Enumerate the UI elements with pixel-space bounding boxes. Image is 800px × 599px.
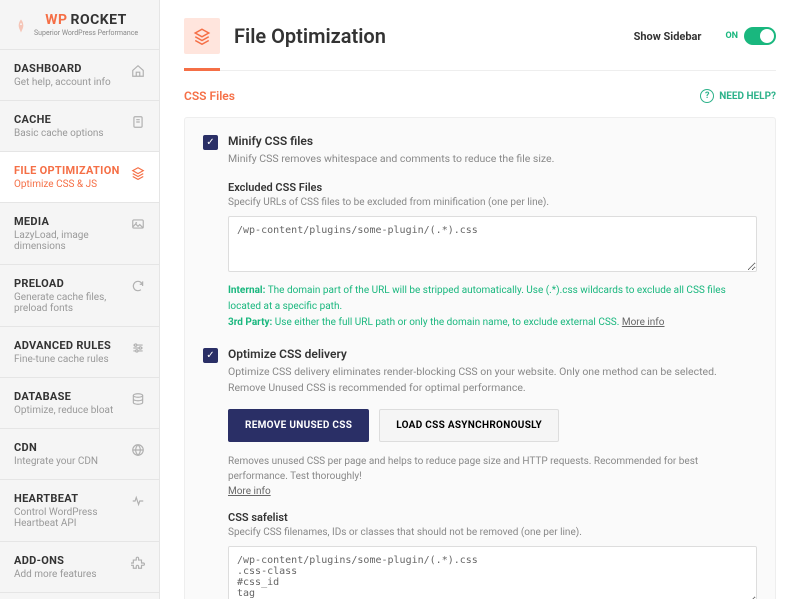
nav-addons[interactable]: ADD-ONSAdd more features (0, 541, 159, 592)
show-sidebar-toggle[interactable]: ON (725, 27, 776, 45)
css-safelist-title: CSS safelist (228, 511, 757, 524)
excluded-css-title: Excluded CSS Files (228, 181, 757, 194)
minify-css-option: ✓ Minify CSS files Minify CSS removes wh… (203, 134, 757, 167)
image-icon (131, 217, 145, 231)
minify-css-checkbox[interactable]: ✓ (203, 135, 218, 150)
excluded-css-hint: Internal: The domain part of the URL wil… (228, 283, 757, 331)
sidebar: WP ROCKET Superior WordPress Performance… (0, 0, 160, 599)
load-css-async-button[interactable]: LOAD CSS ASYNCHRONOUSLY (379, 409, 559, 442)
page-header: File Optimization Show Sidebar ON (160, 0, 800, 54)
nav-dashboard[interactable]: DASHBOARDGet help, account info (0, 49, 159, 100)
home-icon (131, 64, 145, 78)
optimize-css-option: ✓ Optimize CSS delivery Optimize CSS del… (203, 347, 757, 396)
optimize-css-checkbox[interactable]: ✓ (203, 348, 218, 363)
heartbeat-icon (131, 494, 145, 508)
nav-cache[interactable]: CACHEBasic cache options (0, 100, 159, 151)
rocket-logo-icon (14, 19, 28, 33)
database-icon (131, 392, 145, 406)
css-safelist-textarea[interactable] (228, 546, 757, 599)
nav-advanced-rules[interactable]: ADVANCED RULESFine-tune cache rules (0, 326, 159, 377)
content: CSS Files ? NEED HELP? ✓ Minify CSS file… (160, 71, 800, 599)
file-icon (131, 115, 145, 129)
section-title: CSS Files (184, 89, 235, 103)
remove-unused-css-button[interactable]: REMOVE UNUSED CSS (228, 409, 369, 442)
puzzle-icon (131, 556, 145, 570)
page-title: File Optimization (234, 24, 620, 48)
nav-heartbeat[interactable]: HEARTBEATControl WordPress Heartbeat API (0, 479, 159, 541)
nav-database[interactable]: DATABASEOptimize, reduce bloat (0, 377, 159, 428)
toggle-switch-icon (744, 27, 776, 45)
globe-icon (131, 443, 145, 457)
logo: WP ROCKET Superior WordPress Performance (0, 0, 159, 49)
nav-cdn[interactable]: CDNIntegrate your CDN (0, 428, 159, 479)
refresh-icon (131, 279, 145, 293)
sliders-icon (131, 341, 145, 355)
nav-image-optimization[interactable]: IMAGE OPTIMIZATION (0, 592, 159, 599)
nav-media[interactable]: MEDIALazyLoad, image dimensions (0, 202, 159, 264)
nav-list: DASHBOARDGet help, account info CACHEBas… (0, 49, 159, 599)
help-icon: ? (700, 89, 714, 103)
layers-icon (131, 166, 145, 180)
css-files-panel: ✓ Minify CSS files Minify CSS removes wh… (184, 117, 776, 599)
more-info-link-2[interactable]: More info (228, 486, 271, 497)
more-info-link[interactable]: More info (622, 317, 665, 328)
need-help-link[interactable]: ? NEED HELP? (700, 89, 776, 103)
nav-preload[interactable]: PRELOADGenerate cache files, preload fon… (0, 264, 159, 326)
main: File Optimization Show Sidebar ON CSS Fi… (160, 0, 800, 599)
excluded-css-textarea[interactable] (228, 216, 757, 272)
show-sidebar-label: Show Sidebar (634, 30, 702, 43)
header-layers-icon (184, 18, 220, 54)
nav-file-optimization[interactable]: FILE OPTIMIZATIONOptimize CSS & JS (0, 151, 159, 202)
